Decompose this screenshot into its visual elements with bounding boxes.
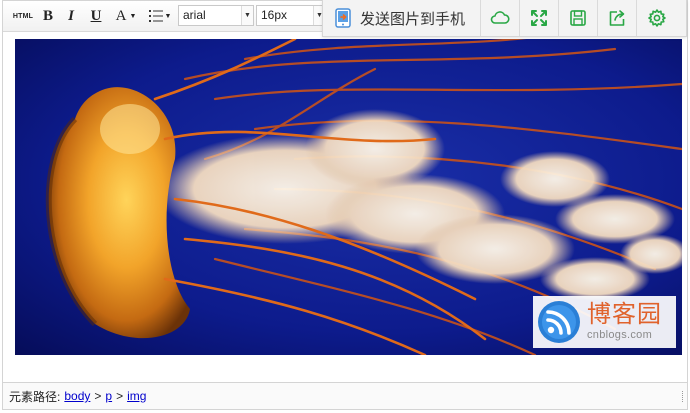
path-separator: > (116, 389, 124, 403)
fullscreen-button[interactable] (520, 0, 559, 36)
rss-logo-icon (538, 301, 580, 343)
image-share-bar: 发送图片到手机 (322, 0, 687, 37)
settings-icon (647, 9, 666, 27)
cnblogs-watermark: 博客园 cnblogs.com (533, 296, 676, 348)
watermark-text: 博客园 cnblogs.com (587, 303, 662, 341)
font-size-value: 16px (261, 8, 288, 22)
watermark-name-en: cnblogs.com (587, 329, 653, 341)
save-button[interactable] (559, 0, 598, 36)
send-to-phone-button[interactable]: 发送图片到手机 (323, 0, 481, 36)
path-link-body[interactable]: body (64, 389, 90, 403)
share-button[interactable] (598, 0, 637, 36)
cloud-icon (490, 11, 510, 24)
font-family-select[interactable]: arial ▼ (178, 5, 254, 26)
path-link-img[interactable]: img (127, 389, 146, 403)
font-size-select[interactable]: 16px ▼ (256, 5, 326, 26)
save-icon (570, 10, 586, 26)
path-separator: > (94, 389, 102, 403)
element-path-bar: 元素路径: body > p > img (3, 382, 687, 409)
fullscreen-icon (531, 10, 547, 26)
list-button[interactable]: ▼ (146, 5, 174, 27)
chevron-down-icon: ▼ (164, 12, 172, 20)
cloud-button[interactable] (481, 0, 520, 36)
chevron-down-icon: ▼ (129, 12, 137, 20)
rich-text-editor: HTML B I U A ▼ ▼ arial ▼ 16px ▼ 博客园 cnbl… (2, 0, 688, 410)
underline-button[interactable]: U (87, 5, 105, 27)
bold-button[interactable]: B (39, 5, 57, 27)
html-source-button[interactable]: HTML (11, 5, 35, 27)
chevron-down-icon: ▼ (241, 6, 253, 25)
list-icon (148, 10, 163, 22)
resize-handle[interactable] (682, 391, 685, 402)
watermark-name-cn: 博客园 (587, 301, 662, 328)
path-link-p[interactable]: p (105, 389, 112, 403)
share-icon (609, 10, 625, 26)
element-path-label: 元素路径: (9, 389, 61, 404)
font-color-label: A (115, 7, 127, 24)
send-to-phone-label: 发送图片到手机 (360, 10, 466, 28)
font-color-button[interactable]: A ▼ (111, 5, 141, 27)
font-family-value: arial (183, 8, 206, 22)
phone-send-icon (335, 8, 351, 28)
italic-button[interactable]: I (62, 5, 80, 27)
editor-content[interactable]: 博客园 cnblogs.com (15, 39, 682, 355)
settings-button[interactable] (637, 0, 676, 36)
